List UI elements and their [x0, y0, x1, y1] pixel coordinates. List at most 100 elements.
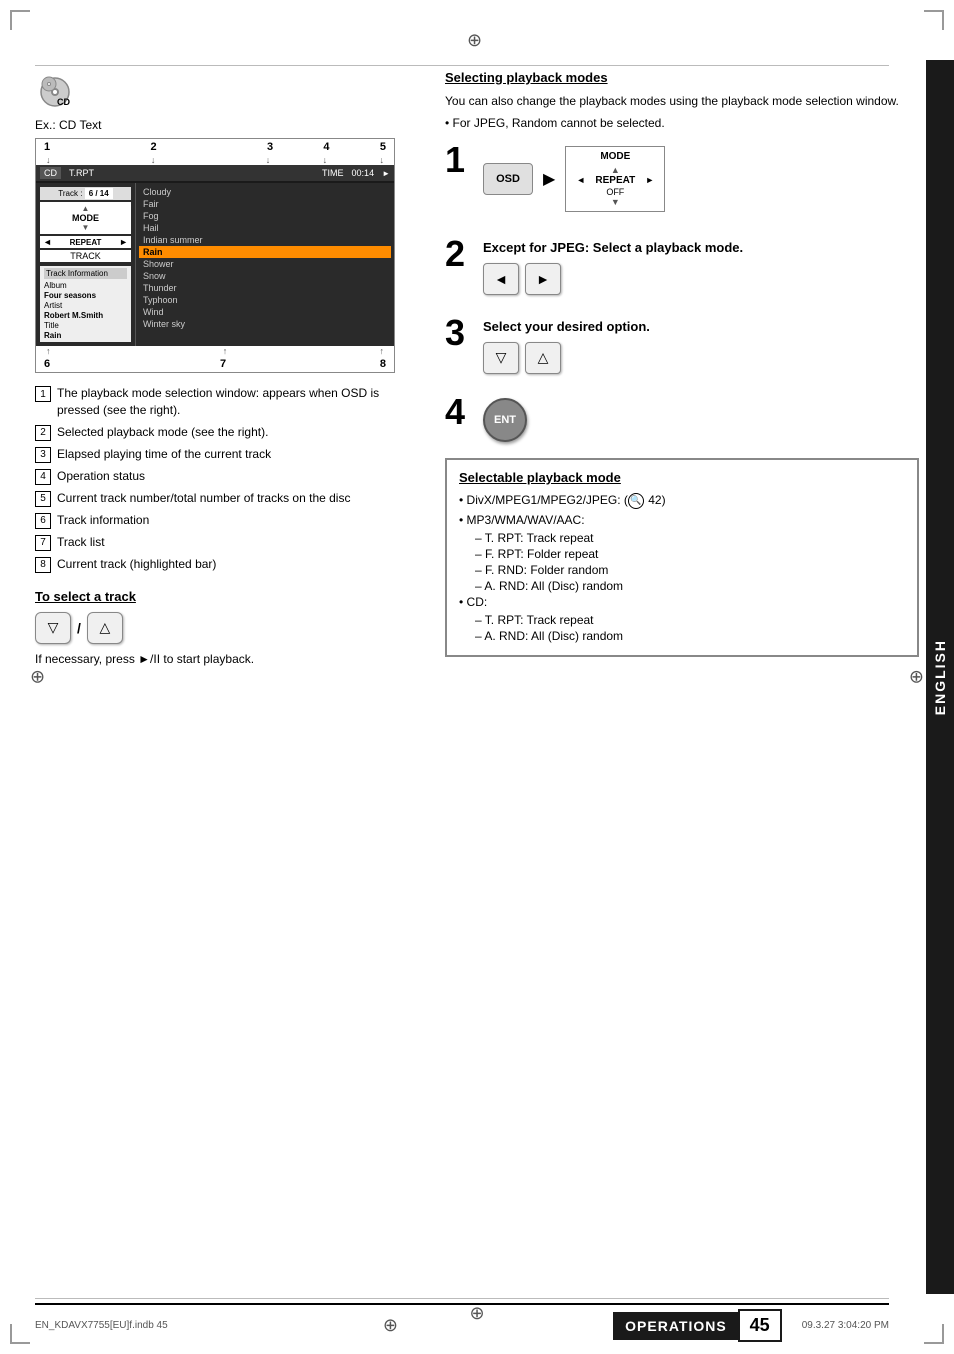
step-2-buttons: ◄ ►: [483, 263, 919, 295]
step-4-num: 4: [445, 394, 475, 430]
sub-t-rpt: – T. RPT: Track repeat: [475, 531, 905, 545]
ent-label: ENT: [494, 414, 516, 426]
num-box-1: 1: [35, 386, 51, 402]
title-label-diag: Title: [44, 320, 127, 331]
item-8-text: Current track (highlighted bar): [57, 556, 216, 573]
top-divider-line: [35, 65, 889, 66]
step-2-content: Except for JPEG: Select a playback mode.…: [483, 236, 919, 303]
step-3-buttons: ▽ △: [483, 342, 919, 374]
step-2-instruction: Except for JPEG: Select a playback mode.: [483, 240, 919, 255]
sub-f-rnd: – F. RND: Folder random: [475, 563, 905, 577]
track-snow: Snow: [139, 270, 391, 282]
diagram-inner: CD T.RPT TIME 00:14 ► Track : 6 / 14: [36, 165, 394, 346]
step-4-row: 4 ENT: [445, 394, 919, 442]
time-value: 00:14: [352, 168, 375, 178]
up-nav-button[interactable]: △: [87, 612, 123, 644]
track-header-label: Track :: [58, 189, 82, 198]
right-arrow-button[interactable]: ►: [525, 263, 561, 295]
t-rpt-label: T.RPT: [69, 168, 94, 178]
item-3: 3 Elapsed playing time of the current tr…: [35, 446, 425, 463]
track-info-header: Track Information: [44, 268, 127, 279]
step-3-content: Select your desired option. ▽ △: [483, 315, 919, 382]
title-value-diag: Rain: [44, 331, 127, 340]
operations-label: OPERATIONS: [613, 1312, 739, 1340]
selectable-cd: • CD:: [459, 595, 905, 609]
mode-diagram: OSD ▶ MODE ▲ ◄ REPEAT ► OFF: [483, 146, 919, 212]
sub-f-rpt: – F. RPT: Folder repeat: [475, 547, 905, 561]
left-arrow-button[interactable]: ◄: [483, 263, 519, 295]
step-3-instruction: Select your desired option.: [483, 319, 919, 334]
track-label-diag: TRACK: [70, 251, 101, 261]
mode-label-diag: MODE: [44, 213, 127, 223]
left-column: CD Ex.: CD Text 1 2 3 4 5 ↓ ↓ ↓ ↓ ↓: [35, 70, 425, 1294]
corner-mark-tr: [924, 10, 944, 30]
footer-timestamp: 09.3.27 3:04:20 PM: [802, 1320, 889, 1331]
diagram-num-1: 1: [44, 141, 50, 153]
step-2-row: 2 Except for JPEG: Select a playback mod…: [445, 236, 919, 303]
slash-divider: /: [77, 620, 81, 636]
step-3-row: 3 Select your desired option. ▽ △: [445, 315, 919, 382]
svg-text:CD: CD: [57, 97, 70, 107]
up-arrow-button[interactable]: △: [525, 342, 561, 374]
step-4-content: ENT: [483, 394, 919, 442]
down-arrow-button[interactable]: ▽: [483, 342, 519, 374]
diagram-num-2: 2: [150, 141, 156, 153]
album-value-diag: Four seasons: [44, 291, 127, 300]
search-icon: 🔍: [628, 493, 644, 509]
track-list-panel: Cloudy Fair Fog Hail Indian summer Rain …: [136, 183, 394, 346]
selectable-playback-box: Selectable playback mode • DivX/MPEG1/MP…: [445, 458, 919, 657]
playback-modes-heading: Selecting playback modes: [445, 70, 919, 85]
item-2-text: Selected playback mode (see the right).: [57, 424, 268, 441]
num-box-3: 3: [35, 447, 51, 463]
mode-box: ▲ MODE ▼: [40, 202, 131, 234]
diagram-num-5: 5: [380, 141, 386, 153]
step-1-content: OSD ▶ MODE ▲ ◄ REPEAT ► OFF: [483, 142, 919, 224]
english-sidebar: ENGLISH: [926, 60, 954, 1294]
off-label: OFF: [576, 187, 654, 197]
ent-button[interactable]: ENT: [483, 398, 527, 442]
cd-text-label: Ex.: CD Text: [35, 118, 425, 132]
track-wind: Wind: [139, 306, 391, 318]
item-6-text: Track information: [57, 512, 149, 529]
item-6: 6 Track information: [35, 512, 425, 529]
bottom-divider-line: [35, 1298, 889, 1299]
num-box-5: 5: [35, 491, 51, 507]
corner-mark-br: [924, 1324, 944, 1344]
cd-icon: CD: [35, 70, 75, 110]
right-column: Selecting playback modes You can also ch…: [445, 70, 919, 1294]
main-content: CD Ex.: CD Text 1 2 3 4 5 ↓ ↓ ↓ ↓ ↓: [35, 70, 919, 1294]
item-7-text: Track list: [57, 534, 105, 551]
jpeg-bullet: • For JPEG, Random cannot be selected.: [445, 116, 919, 130]
track-shower: Shower: [139, 258, 391, 270]
num-box-6: 6: [35, 513, 51, 529]
item-4-text: Operation status: [57, 468, 145, 485]
album-label-diag: Album: [44, 280, 127, 291]
item-5: 5 Current track number/total number of t…: [35, 490, 425, 507]
track-indian: Indian summer: [139, 234, 391, 246]
sub-a-rnd-mp3: – A. RND: All (Disc) random: [475, 579, 905, 593]
track-winter-sky: Winter sky: [139, 318, 391, 330]
track-typhoon: Typhoon: [139, 294, 391, 306]
item-7: 7 Track list: [35, 534, 425, 551]
osd-button[interactable]: OSD: [483, 163, 533, 195]
step-3-num: 3: [445, 315, 475, 351]
selectable-mp3: • MP3/WMA/WAV/AAC:: [459, 513, 905, 527]
repeat-label-diag: REPEAT: [70, 238, 102, 247]
item-2: 2 Selected playback mode (see the right)…: [35, 424, 425, 441]
mode-title: MODE: [576, 151, 654, 162]
item-8: 8 Current track (highlighted bar): [35, 556, 425, 573]
sub-a-rnd-cd: – A. RND: All (Disc) random: [475, 629, 905, 643]
step-1-row: 1 OSD ▶ MODE ▲ ◄ REPEAT: [445, 142, 919, 224]
footer: EN_KDAVX7755[EU]f.indb 45 ⊕ OPERATIONS 4…: [35, 1303, 889, 1342]
english-label: ENGLISH: [932, 639, 948, 715]
track-row-diag: TRACK: [40, 250, 131, 262]
footer-right-area: OPERATIONS 45 09.3.27 3:04:20 PM: [613, 1309, 889, 1342]
player-diagram: 1 2 3 4 5 ↓ ↓ ↓ ↓ ↓ CD T.RPT: [35, 138, 395, 373]
diagram-num-4: 4: [323, 141, 329, 153]
osd-label: OSD: [496, 173, 520, 185]
select-track-heading: To select a track: [35, 589, 425, 604]
item-1: 1 The playback mode selection window: ap…: [35, 385, 425, 419]
selectable-divx: • DivX/MPEG1/MPEG2/JPEG: (🔍 42): [459, 493, 905, 509]
down-nav-button[interactable]: ▽: [35, 612, 71, 644]
track-rain-highlighted: Rain: [139, 246, 391, 258]
